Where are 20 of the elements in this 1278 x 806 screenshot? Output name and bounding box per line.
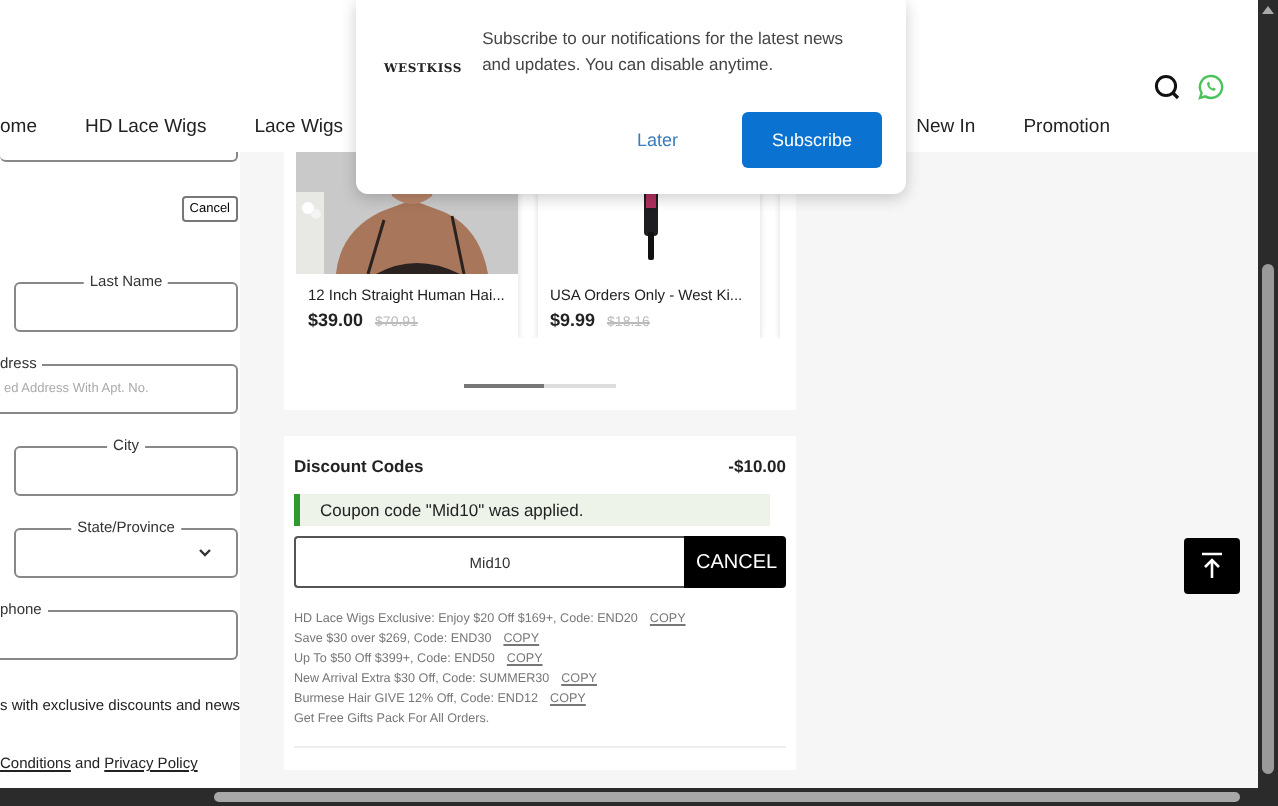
horizontal-scrollbar[interactable] <box>0 788 1278 806</box>
arrow-up-icon <box>1200 552 1224 580</box>
cancel-button[interactable]: CANCEL <box>684 536 786 588</box>
nav-link[interactable]: ome <box>0 115 37 137</box>
nav-link[interactable]: HD Lace Wigs <box>84 115 207 137</box>
product-price: $39.00 <box>308 310 364 330</box>
input-field[interactable] <box>0 152 238 162</box>
success-notice: Coupon code "Mid10" was applied. <box>294 494 770 526</box>
vertical-scrollbar[interactable] <box>1258 0 1278 788</box>
nav-link[interactable]: New In <box>916 115 976 137</box>
back-to-top-button[interactable] <box>1184 538 1240 594</box>
chevron-icon <box>198 548 212 558</box>
nav-link[interactable]: Promotion <box>1023 115 1110 137</box>
nav-link[interactable]: Lace Wigs <box>254 115 344 137</box>
section-title: Discount Codes <box>294 456 424 476</box>
popup-message: Subscribe to our notifications for the latest news and updates. You can disable anytime. <box>482 26 846 78</box>
subscribe-button[interactable]: Subscribe <box>742 112 882 168</box>
discount-amount: -$10.00 <box>728 456 786 476</box>
search-icon[interactable] <box>1154 74 1180 100</box>
product-price: $9.99 <box>550 310 596 330</box>
